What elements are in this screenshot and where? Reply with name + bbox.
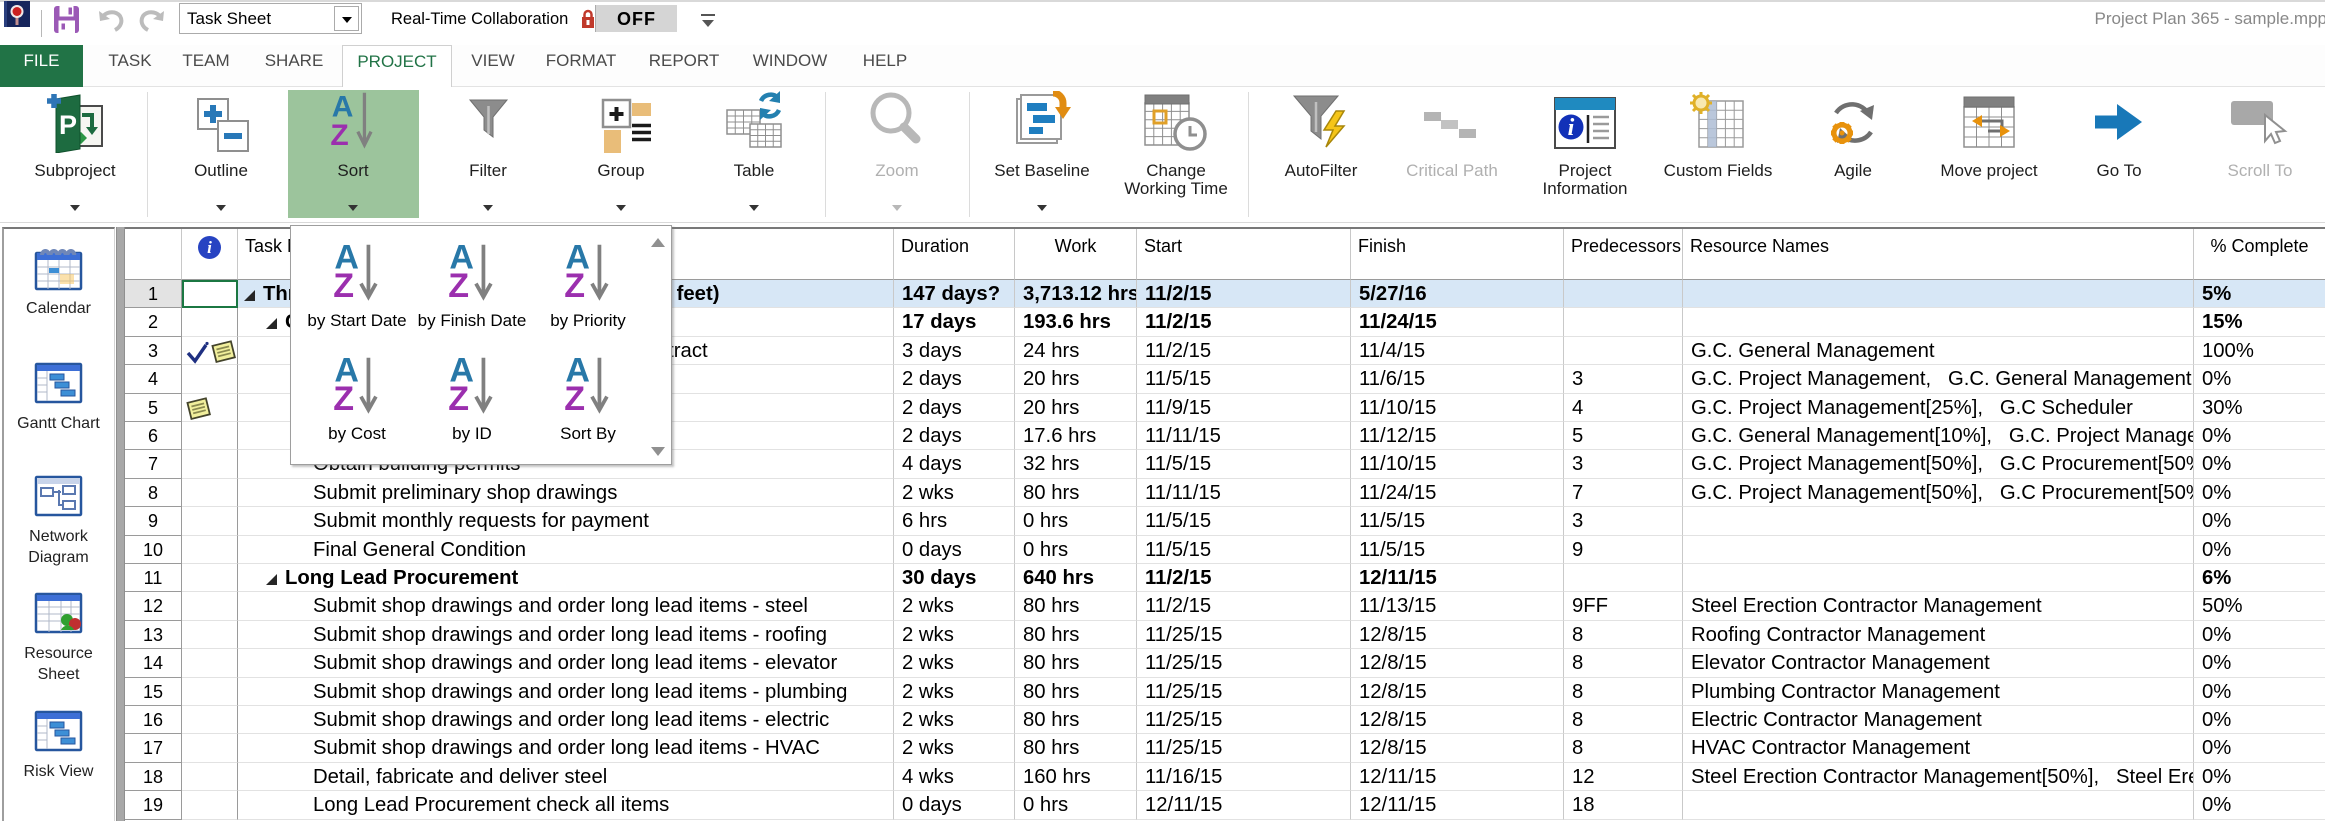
svg-text:Z: Z — [330, 119, 348, 149]
svg-text:Z: Z — [333, 267, 354, 301]
svg-text:P: P — [59, 110, 77, 140]
svg-text:Z: Z — [564, 267, 585, 301]
svg-text:Z: Z — [448, 380, 469, 414]
svg-text:Z: Z — [448, 267, 469, 301]
svg-text:Z: Z — [333, 380, 354, 414]
svg-text:Z: Z — [564, 380, 585, 414]
svg-text:i: i — [1568, 115, 1575, 141]
